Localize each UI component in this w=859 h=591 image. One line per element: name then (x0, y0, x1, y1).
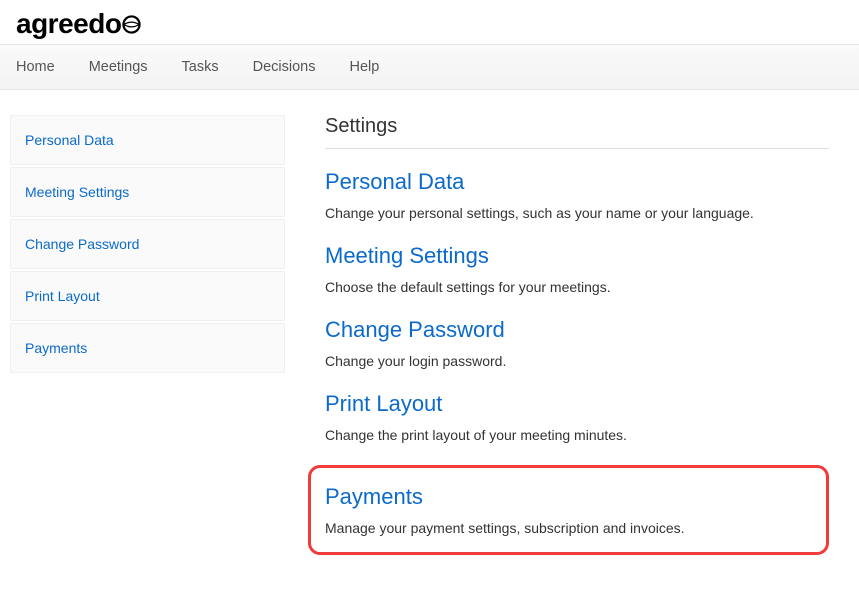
nav-tasks[interactable]: Tasks (182, 59, 219, 75)
section-personal-data: Personal Data Change your personal setti… (325, 169, 829, 221)
payments-highlight: Payments Manage your payment settings, s… (308, 465, 829, 555)
section-title-meeting-settings[interactable]: Meeting Settings (325, 243, 829, 269)
sidebar-item-label: Change Password (25, 236, 139, 252)
brand-text: agreedo (16, 8, 121, 40)
navbar: Home Meetings Tasks Decisions Help (0, 45, 859, 90)
nav-home[interactable]: Home (16, 59, 55, 75)
globe-icon (122, 15, 141, 34)
header: agreedo (0, 0, 859, 45)
sidebar-item-payments[interactable]: Payments (10, 323, 285, 373)
sidebar-item-label: Personal Data (25, 132, 114, 148)
section-title-personal-data[interactable]: Personal Data (325, 169, 829, 195)
page-title: Settings (325, 115, 829, 149)
section-change-password: Change Password Change your login passwo… (325, 317, 829, 369)
sidebar-item-personal-data[interactable]: Personal Data (10, 115, 285, 165)
main-panel: Settings Personal Data Change your perso… (325, 115, 849, 555)
section-desc: Manage your payment settings, subscripti… (325, 520, 812, 536)
sidebar-item-print-layout[interactable]: Print Layout (10, 271, 285, 321)
settings-sidebar: Personal Data Meeting Settings Change Pa… (10, 115, 285, 555)
nav-decisions[interactable]: Decisions (253, 59, 316, 75)
sidebar-item-label: Print Layout (25, 288, 100, 304)
content: Personal Data Meeting Settings Change Pa… (0, 90, 859, 575)
nav-help[interactable]: Help (349, 59, 379, 75)
section-print-layout: Print Layout Change the print layout of … (325, 391, 829, 443)
sidebar-item-label: Meeting Settings (25, 184, 129, 200)
section-desc: Change your login password. (325, 353, 829, 369)
section-title-payments[interactable]: Payments (325, 484, 812, 510)
section-desc: Change your personal settings, such as y… (325, 205, 829, 221)
brand-logo[interactable]: agreedo (16, 8, 141, 40)
section-payments: Payments Manage your payment settings, s… (325, 484, 812, 536)
section-title-print-layout[interactable]: Print Layout (325, 391, 829, 417)
sidebar-item-change-password[interactable]: Change Password (10, 219, 285, 269)
section-desc: Choose the default settings for your mee… (325, 279, 829, 295)
section-desc: Change the print layout of your meeting … (325, 427, 829, 443)
sidebar-item-meeting-settings[interactable]: Meeting Settings (10, 167, 285, 217)
section-title-change-password[interactable]: Change Password (325, 317, 829, 343)
section-meeting-settings: Meeting Settings Choose the default sett… (325, 243, 829, 295)
nav-meetings[interactable]: Meetings (89, 59, 148, 75)
sidebar-item-label: Payments (25, 340, 87, 356)
